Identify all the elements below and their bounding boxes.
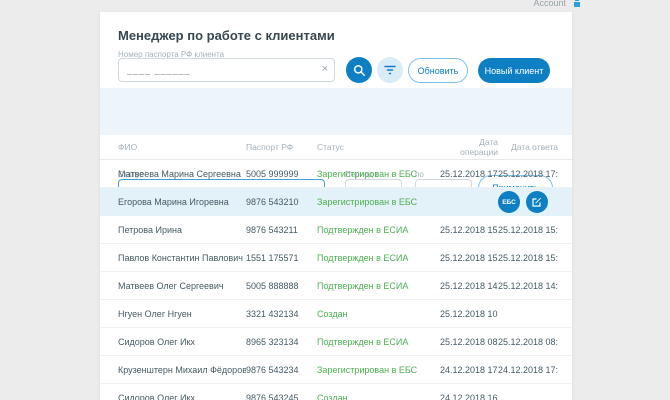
page-title: Менеджер по работе с клиентами bbox=[118, 28, 335, 43]
clear-input-icon[interactable]: × bbox=[322, 63, 328, 76]
new-client-button[interactable]: Новый клиент bbox=[478, 58, 550, 83]
table-body: Матвеева Марина Сергеевна 5005 999999 За… bbox=[100, 160, 572, 400]
filter-button[interactable] bbox=[377, 57, 403, 83]
table-row[interactable]: Павлов Константин Павлович 1551 175571 П… bbox=[100, 244, 572, 272]
column-header-passport: Паспорт РФ bbox=[246, 142, 294, 152]
cell-name: Матвеев Олег Сергеевич bbox=[118, 280, 224, 291]
cell-response-date: 25.12.2018 14:01 bbox=[498, 280, 558, 291]
cell-passport: 5005 888888 bbox=[246, 280, 299, 291]
filter-band: Статус Все ⌄ Период с 19/12/2018 по 26/1… bbox=[100, 88, 572, 204]
cell-passport: 5005 999999 bbox=[246, 168, 299, 179]
cell-name: Матвеева Марина Сергеевна bbox=[118, 168, 241, 179]
row-actions: ЕБС bbox=[498, 191, 548, 213]
cell-status: Зарегистрирован в ЕБС bbox=[317, 364, 418, 375]
cell-passport: 9876 543245 bbox=[246, 392, 299, 400]
cell-operation-date: 25.12.2018 14:01 bbox=[440, 280, 498, 291]
table-header: ФИО Паспорт РФ Статус Дата операции Дата… bbox=[100, 135, 572, 160]
cell-status: Подтвержден в ЕСИА bbox=[317, 224, 409, 235]
table-row[interactable]: Крузенштерн Михаил Фёдорович 9876 543234… bbox=[100, 356, 572, 384]
cell-name: Петрова Ирина bbox=[118, 224, 182, 235]
edit-icon bbox=[532, 197, 541, 207]
column-header-response-date: Дата ответа bbox=[510, 142, 558, 152]
table-row[interactable]: Егорова Марина Игоревна 9876 543210 Заре… bbox=[100, 188, 572, 216]
cell-status: Подтвержден в ЕСИА bbox=[317, 252, 409, 263]
passport-input-wrap: × bbox=[118, 58, 335, 82]
cell-status: Создан bbox=[317, 392, 348, 400]
table-row[interactable]: Матвеева Марина Сергеевна 5005 999999 За… bbox=[100, 160, 572, 188]
cell-response-date: 25.12.2018 08:32 bbox=[498, 336, 558, 347]
edit-button[interactable] bbox=[526, 191, 548, 213]
client-manager-card: Менеджер по работе с клиентами Номер пас… bbox=[100, 12, 572, 400]
table-row[interactable]: Сидоров Олег Икх 9876 543245 Создан 24.1… bbox=[100, 384, 572, 400]
cell-operation-date: 25.12.2018 08:32 bbox=[440, 336, 498, 347]
cell-operation-date: 24.12.2018 17:41 bbox=[440, 364, 498, 375]
cell-operation-date: 25.12.2018 10:13 bbox=[440, 308, 498, 319]
cell-operation-date: 24.12.2018 16:41 bbox=[440, 392, 498, 400]
account-label[interactable]: Account bbox=[533, 0, 566, 8]
cell-passport: 3321 432134 bbox=[246, 308, 299, 319]
cell-status: Зарегистрирован в ЕБС bbox=[317, 168, 418, 179]
cell-response-date: 25.12.2018 15:30 bbox=[498, 252, 558, 263]
cell-passport: 1551 175571 bbox=[246, 252, 299, 263]
column-header-status: Статус bbox=[317, 142, 344, 152]
table-row[interactable]: Нгуен Олег Нгуен 3321 432134 Создан 25.1… bbox=[100, 300, 572, 328]
cell-name: Крузенштерн Михаил Фёдорович bbox=[118, 364, 246, 375]
account-icon[interactable] bbox=[574, 0, 580, 8]
filter-icon bbox=[384, 65, 396, 75]
column-header-operation-date: Дата операции bbox=[460, 137, 498, 157]
table-row[interactable]: Сидоров Олег Икх 8965 323134 Подтвержден… bbox=[100, 328, 572, 356]
cell-name: Нгуен Олег Нгуен bbox=[118, 308, 192, 319]
cell-passport: 9876 543234 bbox=[246, 364, 299, 375]
cell-response-date: 25.12.2018 15:48 bbox=[498, 224, 558, 235]
cell-operation-date: 25.12.2018 15:48 bbox=[440, 224, 498, 235]
cell-name: Павлов Константин Павлович bbox=[118, 252, 243, 263]
cell-name: Сидоров Олег Икх bbox=[118, 336, 195, 347]
passport-input[interactable] bbox=[118, 58, 335, 82]
ebs-button[interactable]: ЕБС bbox=[498, 191, 520, 213]
cell-status: Подтвержден в ЕСИА bbox=[317, 336, 409, 347]
cell-response-date: 24.12.2018 17:41 bbox=[498, 364, 558, 375]
cell-name: Сидоров Олег Икх bbox=[118, 392, 195, 400]
cell-passport: 9876 543210 bbox=[246, 196, 299, 207]
cell-status: Зарегистрирован в ЕБС bbox=[317, 196, 418, 207]
cell-name: Егорова Марина Игоревна bbox=[118, 196, 229, 207]
cell-status: Подтвержден в ЕСИА bbox=[317, 280, 409, 291]
search-button[interactable] bbox=[346, 57, 372, 83]
table-row[interactable]: Петрова Ирина 9876 543211 Подтвержден в … bbox=[100, 216, 572, 244]
search-icon bbox=[353, 64, 365, 76]
cell-response-date: 25.12.2018 17:10 bbox=[498, 168, 558, 179]
table-row[interactable]: Матвеев Олег Сергеевич 5005 888888 Подтв… bbox=[100, 272, 572, 300]
column-header-name: ФИО bbox=[118, 142, 138, 152]
cell-status: Создан bbox=[317, 308, 348, 319]
refresh-button[interactable]: Обновить bbox=[408, 58, 468, 83]
cell-operation-date: 25.12.2018 15:30 bbox=[440, 252, 498, 263]
cell-operation-date: 25.12.2018 17:09 bbox=[440, 168, 498, 179]
cell-passport: 8965 323134 bbox=[246, 336, 299, 347]
cell-passport: 9876 543211 bbox=[246, 224, 298, 235]
